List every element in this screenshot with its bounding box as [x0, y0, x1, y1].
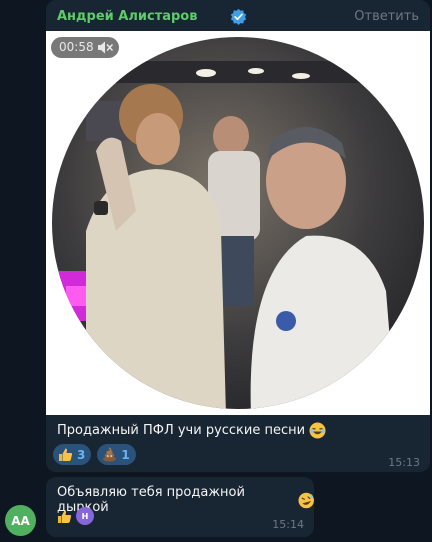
sender-avatar[interactable]: АА	[5, 505, 36, 536]
reply-button[interactable]: Ответить	[354, 9, 419, 24]
rofl-emoji-icon	[298, 492, 314, 508]
reaction-thumbs-up[interactable]: 3	[53, 444, 92, 465]
reaction-count: 1	[121, 447, 130, 462]
reactor-avatar[interactable]: Н	[76, 507, 94, 525]
verified-badge-icon	[230, 8, 247, 25]
video-duration: 00:58	[59, 40, 94, 54]
reactions: 3 1	[53, 444, 136, 465]
message-header: Андрей Алистаров Ответить	[46, 6, 430, 28]
reaction-poop[interactable]: 1	[97, 444, 136, 465]
video-frame[interactable]	[46, 31, 430, 415]
message-text: Объявляю тебя продажной дыркой	[57, 485, 314, 515]
author-name[interactable]: Андрей Алистаров	[57, 9, 197, 24]
thumbs-up-icon[interactable]	[57, 509, 72, 524]
message-time: 15:14	[272, 518, 304, 531]
message-time: 15:13	[388, 456, 420, 469]
laughing-emoji-icon	[309, 422, 326, 439]
poop-icon	[103, 447, 117, 462]
mute-icon[interactable]	[97, 40, 113, 55]
message-text-content: Продажный ПФЛ учи русские песни	[57, 423, 306, 438]
reactions: Н	[57, 507, 94, 525]
text-message-bubble[interactable]: Объявляю тебя продажной дыркой Н 15:14	[46, 477, 314, 537]
thumbs-up-icon	[59, 448, 73, 461]
video-message-bubble[interactable]: Андрей Алистаров Ответить 00:58 Продажны…	[46, 0, 430, 472]
reaction-count: 3	[77, 447, 86, 462]
message-text: Продажный ПФЛ учи русские песни	[57, 422, 326, 439]
video-time-pill: 00:58	[51, 37, 119, 58]
round-video[interactable]: 00:58	[46, 31, 430, 415]
